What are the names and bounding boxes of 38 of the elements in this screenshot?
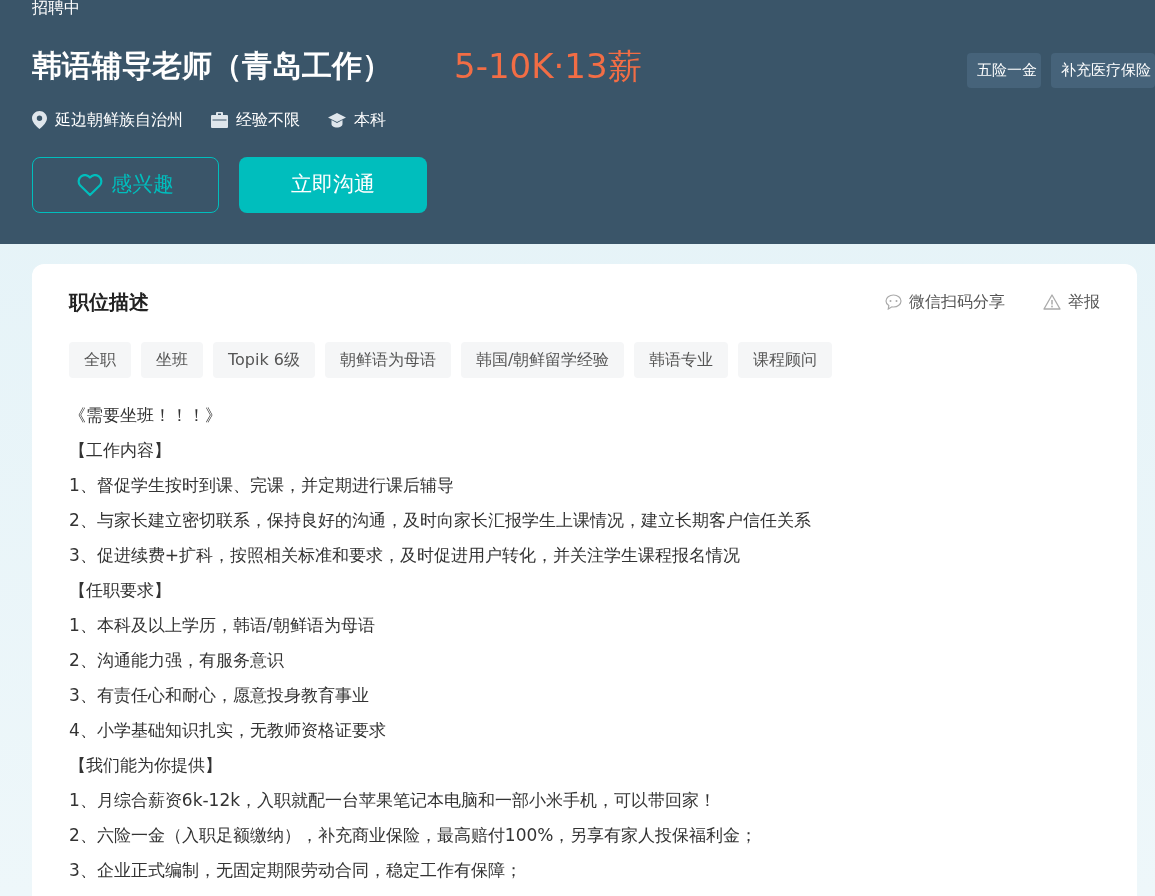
description-line: 1、本科及以上学历，韩语/朝鲜语为母语 xyxy=(69,614,376,637)
section-title: 职位描述 xyxy=(69,290,149,314)
graduation-cap-icon xyxy=(328,112,346,128)
briefcase-icon xyxy=(211,112,228,128)
skill-tag: 韩国/朝鲜留学经验 xyxy=(461,342,625,378)
description-line: 【任职要求】 xyxy=(69,579,172,602)
description-line: 3、有责任心和耐心，愿意投身教育事业 xyxy=(69,684,370,707)
description-line: 4、小学基础知识扎实，无教师资格证要求 xyxy=(69,719,387,742)
skill-tag: 朝鲜语为母语 xyxy=(325,342,451,378)
meta-text: 延边朝鲜族自治州 xyxy=(55,109,183,131)
description-line: 【工作内容】 xyxy=(69,439,172,462)
description-line: 1、月综合薪资6k-12k，入职就配一台苹果笔记本电脑和一部小米手机，可以带回家！ xyxy=(69,789,718,812)
skill-tag: 坐班 xyxy=(141,342,203,378)
warning-icon xyxy=(1043,294,1061,310)
meta-text: 本科 xyxy=(354,109,386,131)
meta-text: 经验不限 xyxy=(236,109,300,131)
location-pin-icon xyxy=(32,111,47,129)
skill-tag: 课程顾问 xyxy=(738,342,833,378)
job-title: 韩语辅导老师（青岛工作） xyxy=(32,47,392,85)
description-line: 2、沟通能力强，有服务意识 xyxy=(69,649,285,672)
description-line: 1、督促学生按时到课、完课，并定期进行课后辅导 xyxy=(69,474,455,497)
description-line: 3、企业正式编制，无固定期限劳动合同，稳定工作有保障； xyxy=(69,859,523,882)
description-line: 3、促进续费+扩科，按照相关标准和要求，及时促进用户转化，并关注学生课程报名情况 xyxy=(69,544,742,567)
benefit-tag: 五险一金 xyxy=(967,53,1041,88)
salary-text: 5-10K·13薪 xyxy=(454,46,642,86)
description-line: 2、六险一金（入职足额缴纳），补充商业保险，最高赔付100%，另享有家人投保福利金； xyxy=(69,824,759,847)
heart-icon xyxy=(77,173,103,197)
share-link[interactable]: 微信扫码分享 xyxy=(885,290,1005,314)
benefit-tag: 补充医疗保险 xyxy=(1051,53,1155,88)
chat-bubble-icon xyxy=(885,294,902,310)
skill-tag: Topik 6级 xyxy=(213,342,315,378)
description-line: 【我们能为你提供】 xyxy=(69,754,223,777)
status-text: 招聘中 xyxy=(32,0,80,16)
skill-tag: 韩语专业 xyxy=(634,342,729,378)
skill-tag: 全职 xyxy=(69,342,131,378)
description-line: 2、与家长建立密切联系，保持良好的沟通，及时向家长汇报学生上课情况，建立长期客户信任关系 xyxy=(69,509,812,532)
report-link[interactable]: 举报 xyxy=(1043,290,1100,314)
description-line: 《需要坐班！！！》 xyxy=(69,404,223,427)
